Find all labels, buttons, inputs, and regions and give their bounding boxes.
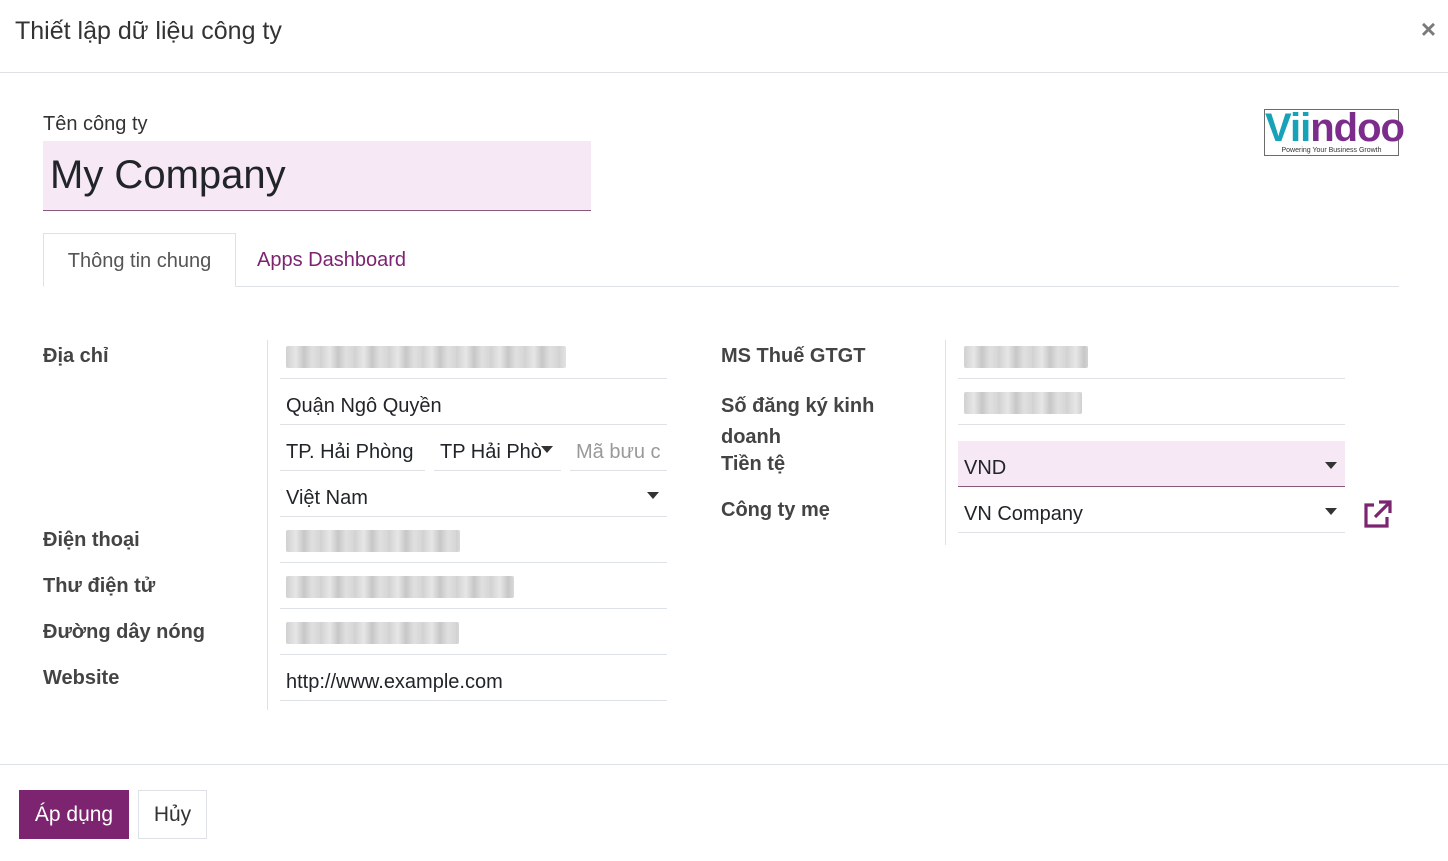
dialog-title: Thiết lập dữ liệu công ty — [15, 17, 282, 45]
phone-input[interactable] — [280, 517, 667, 563]
currency-select[interactable]: VND — [958, 441, 1345, 487]
redacted-value — [286, 530, 460, 552]
state-select[interactable]: TP Hải Phò — [434, 425, 561, 471]
hotline-input[interactable] — [280, 609, 667, 655]
hotline-label: Đường dây nóng — [43, 621, 206, 643]
left-column-divider — [267, 340, 268, 710]
right-column-divider — [945, 340, 946, 545]
redacted-value — [286, 622, 459, 644]
tab-apps-dashboard[interactable]: Apps Dashboard — [257, 233, 406, 287]
currency-label: Tiền tệ — [721, 453, 786, 475]
city-input[interactable]: TP. Hải Phòng — [280, 425, 425, 471]
cancel-button[interactable]: Hủy — [138, 790, 207, 839]
dialog-header: Thiết lập dữ liệu công ty × — [0, 0, 1448, 73]
redacted-value — [964, 346, 1088, 368]
currency-value: VND — [964, 457, 1007, 479]
caret-down-icon — [1325, 462, 1337, 469]
registration-label: Số đăng ký kinh doanh — [721, 395, 875, 448]
apply-button[interactable]: Áp dụng — [19, 790, 129, 839]
website-label: Website — [43, 667, 120, 689]
company-name-label: Tên công ty — [43, 113, 148, 135]
parent-company-select[interactable]: VN Company — [958, 487, 1345, 533]
dialog-footer: Áp dụng Hủy — [0, 764, 1448, 861]
registration-input[interactable] — [958, 379, 1345, 425]
street-input[interactable] — [280, 333, 667, 379]
zip-input[interactable]: Mã bưu c — [570, 425, 667, 471]
street2-input[interactable]: Quận Ngô Quyền — [280, 379, 667, 425]
close-icon[interactable]: × — [1421, 14, 1436, 45]
logo-wordmark: Viindoo — [1265, 106, 1405, 150]
email-label: Thư điện tử — [43, 575, 156, 597]
logo-tagline: Powering Your Business Growth — [1281, 147, 1382, 154]
caret-down-icon — [541, 446, 553, 453]
parent-company-label: Công ty mẹ — [721, 499, 830, 521]
email-input[interactable] — [280, 563, 667, 609]
vat-input[interactable] — [958, 333, 1345, 379]
company-name-input[interactable] — [43, 141, 591, 211]
caret-down-icon — [647, 492, 659, 499]
vat-label: MS Thuế GTGT — [721, 345, 866, 367]
country-select[interactable]: Việt Nam — [280, 471, 667, 517]
phone-label: Điện thoại — [43, 529, 140, 551]
notebook-tabs: Thông tin chung Apps Dashboard — [43, 233, 1399, 287]
company-logo[interactable]: Viindoo Powering Your Business Growth — [1264, 106, 1405, 156]
website-input[interactable]: http://www.example.com — [280, 655, 667, 701]
redacted-value — [964, 392, 1082, 414]
address-label: Địa chỉ — [43, 345, 109, 367]
tab-general-info[interactable]: Thông tin chung — [43, 233, 236, 287]
parent-company-value: VN Company — [964, 503, 1083, 525]
redacted-value — [286, 346, 566, 368]
external-link-icon[interactable] — [1362, 500, 1392, 528]
redacted-value — [286, 576, 514, 598]
state-value: TP Hải Phò — [440, 441, 542, 463]
country-value: Việt Nam — [286, 487, 368, 509]
caret-down-icon — [1325, 508, 1337, 515]
